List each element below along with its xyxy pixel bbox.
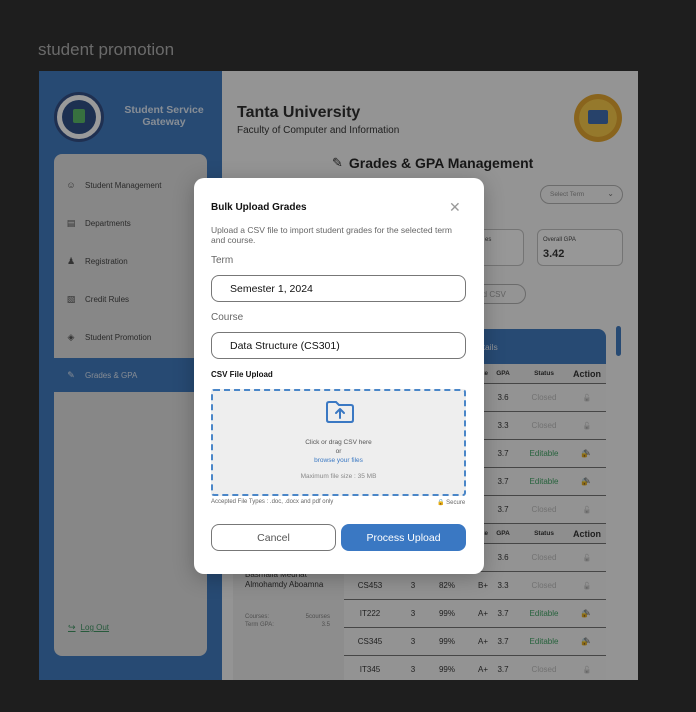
folder-upload-icon [326,401,354,423]
process-upload-button[interactable]: Process Upload [341,524,466,551]
term-label: Term [211,255,234,266]
csv-dropzone[interactable]: Click or drag CSV here or browse your fi… [211,389,466,496]
course-field[interactable]: Data Structure (CS301) [211,332,466,359]
cancel-label: Cancel [257,531,290,544]
bulk-upload-modal: Bulk Upload Grades ✕ Upload a CSV file t… [194,178,484,574]
process-upload-label: Process Upload [366,531,441,544]
secure-label: Secure [446,500,466,506]
course-label: Course [211,312,244,323]
accepted-file-types: Accepted File Types : .doc, .docx and pd… [211,499,334,505]
dropzone-text: Click or drag CSV here [305,439,372,446]
dropzone-or: or [335,448,342,455]
lock-icon: 🔒 [437,500,445,506]
browse-files-link[interactable]: browse your files [213,457,464,464]
max-file-size: Maximum file size : 35 MB [300,473,377,480]
modal-description: Upload a CSV file to import student grad… [211,225,452,245]
course-value: Data Structure (CS301) [230,339,340,352]
term-value: Semester 1, 2024 [230,282,313,295]
cancel-button[interactable]: Cancel [211,524,336,551]
secure-badge: 🔒 Secure [437,499,465,506]
csv-upload-label: CSV File Upload [211,370,273,379]
modal-title: Bulk Upload Grades [211,202,307,213]
close-icon[interactable]: ✕ [449,199,461,216]
term-field[interactable]: Semester 1, 2024 [211,275,466,302]
